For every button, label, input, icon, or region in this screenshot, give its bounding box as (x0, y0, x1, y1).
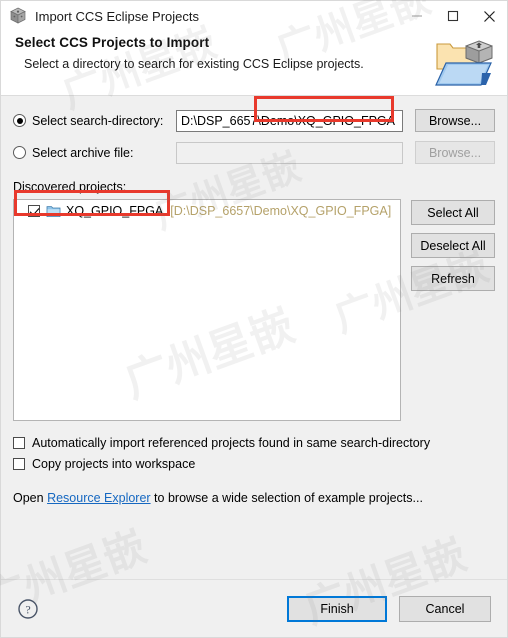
search-directory-row: Select search-directory: D:\DSP_6657\Dem… (13, 109, 495, 132)
project-path: [D:\DSP_6657\Demo\XQ_GPIO_FPGA] (170, 204, 392, 218)
archive-file-row: Select archive file: Browse... (13, 141, 495, 164)
search-directory-radio[interactable] (13, 114, 26, 127)
search-directory-label-text: Select search-directory: (32, 113, 164, 128)
auto-import-label: Automatically import referenced projects… (32, 436, 431, 450)
archive-file-input[interactable] (176, 141, 403, 164)
list-item[interactable]: XQ_GPIO_FPGA [D:\DSP_6657\Demo\XQ_GPIO_F… (14, 200, 400, 218)
finish-button[interactable]: Finish (287, 595, 387, 622)
copy-projects-option[interactable]: Copy projects into workspace (13, 457, 495, 471)
copy-projects-label: Copy projects into workspace (32, 457, 196, 471)
hint-prefix: Open (13, 491, 48, 505)
hint-suffix: to browse a wide selection of example pr… (150, 491, 423, 505)
project-name: XQ_GPIO_FPGA (66, 204, 164, 218)
title-bar: Import CCS Eclipse Projects (1, 1, 507, 31)
discovered-projects-list[interactable]: XQ_GPIO_FPGA [D:\DSP_6657\Demo\XQ_GPIO_F… (13, 199, 401, 421)
search-directory-input[interactable]: D:\DSP_6657\Demo\XQ_GPIO_FPGA (176, 109, 403, 132)
footer-buttons: Finish Cancel (287, 595, 491, 622)
list-action-buttons: Select All Deselect All Refresh (411, 199, 495, 291)
wizard-header: Select CCS Projects to Import Select a d… (1, 31, 507, 96)
search-directory-value: D:\DSP_6657\Demo\XQ_GPIO_FPGA (181, 113, 395, 128)
auto-import-checkbox[interactable] (13, 437, 25, 449)
svg-text:?: ? (25, 602, 30, 616)
resource-explorer-link[interactable]: Resource Explorer (47, 491, 151, 505)
dialog-body: Select search-directory: D:\DSP_6657\Dem… (1, 96, 507, 579)
maximize-button[interactable] (435, 1, 471, 31)
minimize-button[interactable] (399, 1, 435, 31)
folder-icon (46, 205, 61, 218)
select-all-button[interactable]: Select All (411, 200, 495, 225)
browse-archive-button: Browse... (415, 141, 495, 164)
window-title: Import CCS Eclipse Projects (35, 8, 199, 24)
search-directory-radio-label[interactable]: Select search-directory: (13, 114, 176, 128)
window-controls (399, 1, 507, 31)
resource-explorer-hint: Open Resource Explorer to browse a wide … (13, 491, 495, 505)
import-ccs-eclipse-projects-dialog: Import CCS Eclipse Projects Select CCS P… (0, 0, 508, 638)
auto-import-option[interactable]: Automatically import referenced projects… (13, 436, 495, 450)
ccs-cube-icon (9, 7, 27, 25)
refresh-button[interactable]: Refresh (411, 266, 495, 291)
browse-directory-button[interactable]: Browse... (415, 109, 495, 132)
archive-file-radio[interactable] (13, 146, 26, 159)
copy-projects-checkbox[interactable] (13, 458, 25, 470)
discovered-projects-label: Discovered projects: (13, 180, 127, 194)
archive-file-label-text: Select archive file: (32, 145, 134, 160)
import-projects-icon (433, 35, 495, 91)
cancel-button[interactable]: Cancel (399, 595, 491, 622)
close-button[interactable] (471, 1, 507, 31)
dialog-footer: ? Finish Cancel (1, 579, 507, 637)
deselect-all-button[interactable]: Deselect All (411, 233, 495, 258)
archive-file-radio-label[interactable]: Select archive file: (13, 146, 176, 160)
help-icon[interactable]: ? (17, 598, 39, 620)
project-checkbox[interactable] (28, 205, 40, 217)
